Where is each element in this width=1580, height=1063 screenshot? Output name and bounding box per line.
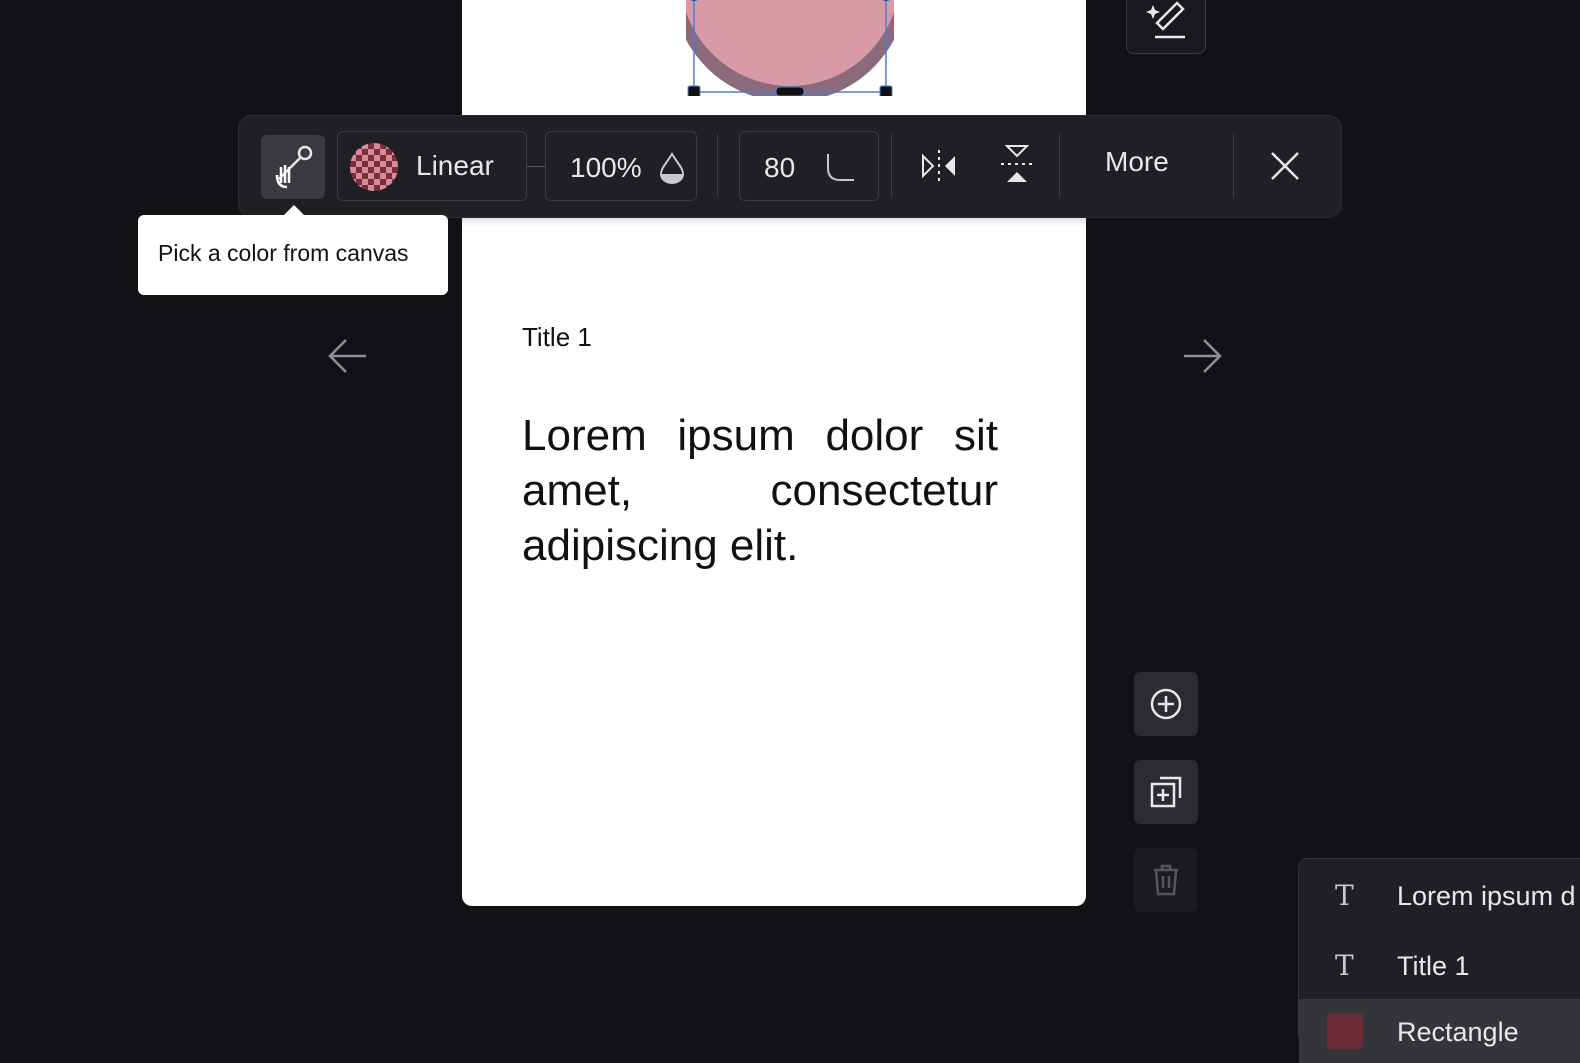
opacity-control[interactable]: 100% [545,131,697,201]
corner-radius-value: 80 [764,152,796,183]
selected-shape[interactable] [673,0,907,102]
layer-item-selected[interactable]: Rectangle [1299,999,1580,1063]
arrow-right-icon[interactable] [1180,336,1224,376]
opacity-value: 100% [570,152,642,183]
layer-item[interactable]: T Lorem ipsum d [1299,863,1580,927]
divider [1233,134,1234,198]
layers-panel: T Lorem ipsum d T Title 1 Rectangle [1298,858,1580,1063]
slide-title[interactable]: Title 1 [522,322,592,353]
rectangle-layer-swatch [1327,1013,1363,1049]
layer-name: Rectangle [1397,1017,1519,1047]
add-slide-button[interactable] [1134,672,1198,736]
arrow-left-icon[interactable] [326,336,370,376]
corner-radius-control[interactable]: 80 [739,131,879,201]
magic-edit-button[interactable] [1126,0,1206,54]
flip-vertical-icon[interactable] [995,142,1039,186]
flip-horizontal-icon[interactable] [919,144,959,188]
eyedropper-icon [275,145,313,189]
slide-body-text[interactable]: Lorem ipsum dolor sit amet, consectetur … [522,408,998,573]
delete-slide-button[interactable] [1134,848,1198,912]
divider [717,134,718,198]
text-layer-icon: T [1335,949,1354,982]
droplet-icon [659,152,685,184]
eyedropper-button[interactable] [261,135,325,199]
more-button[interactable]: More [1105,146,1169,178]
delete-icon [1154,864,1178,896]
fill-swatch [350,143,398,191]
magic-edit-icon [1146,1,1185,39]
close-icon[interactable] [1269,150,1301,182]
corner-radius-icon [827,154,854,181]
connector [527,166,545,167]
add-slide-icon [1150,688,1182,720]
layer-name: Title 1 [1397,951,1470,981]
fill-type-label: Linear [416,150,494,181]
layer-item[interactable]: T Title 1 [1299,933,1580,997]
eyedropper-tooltip: Pick a color from canvas [138,205,448,295]
shape-format-toolbar: Linear 100% 80 More [238,115,1342,218]
text-layer-icon: T [1335,879,1354,912]
duplicate-slide-icon [1150,776,1182,808]
layer-name: Lorem ipsum d [1397,881,1576,911]
divider [1059,134,1060,198]
fill-type-dropdown[interactable]: Linear [337,131,527,201]
divider [891,134,892,198]
duplicate-slide-button[interactable] [1134,760,1198,824]
